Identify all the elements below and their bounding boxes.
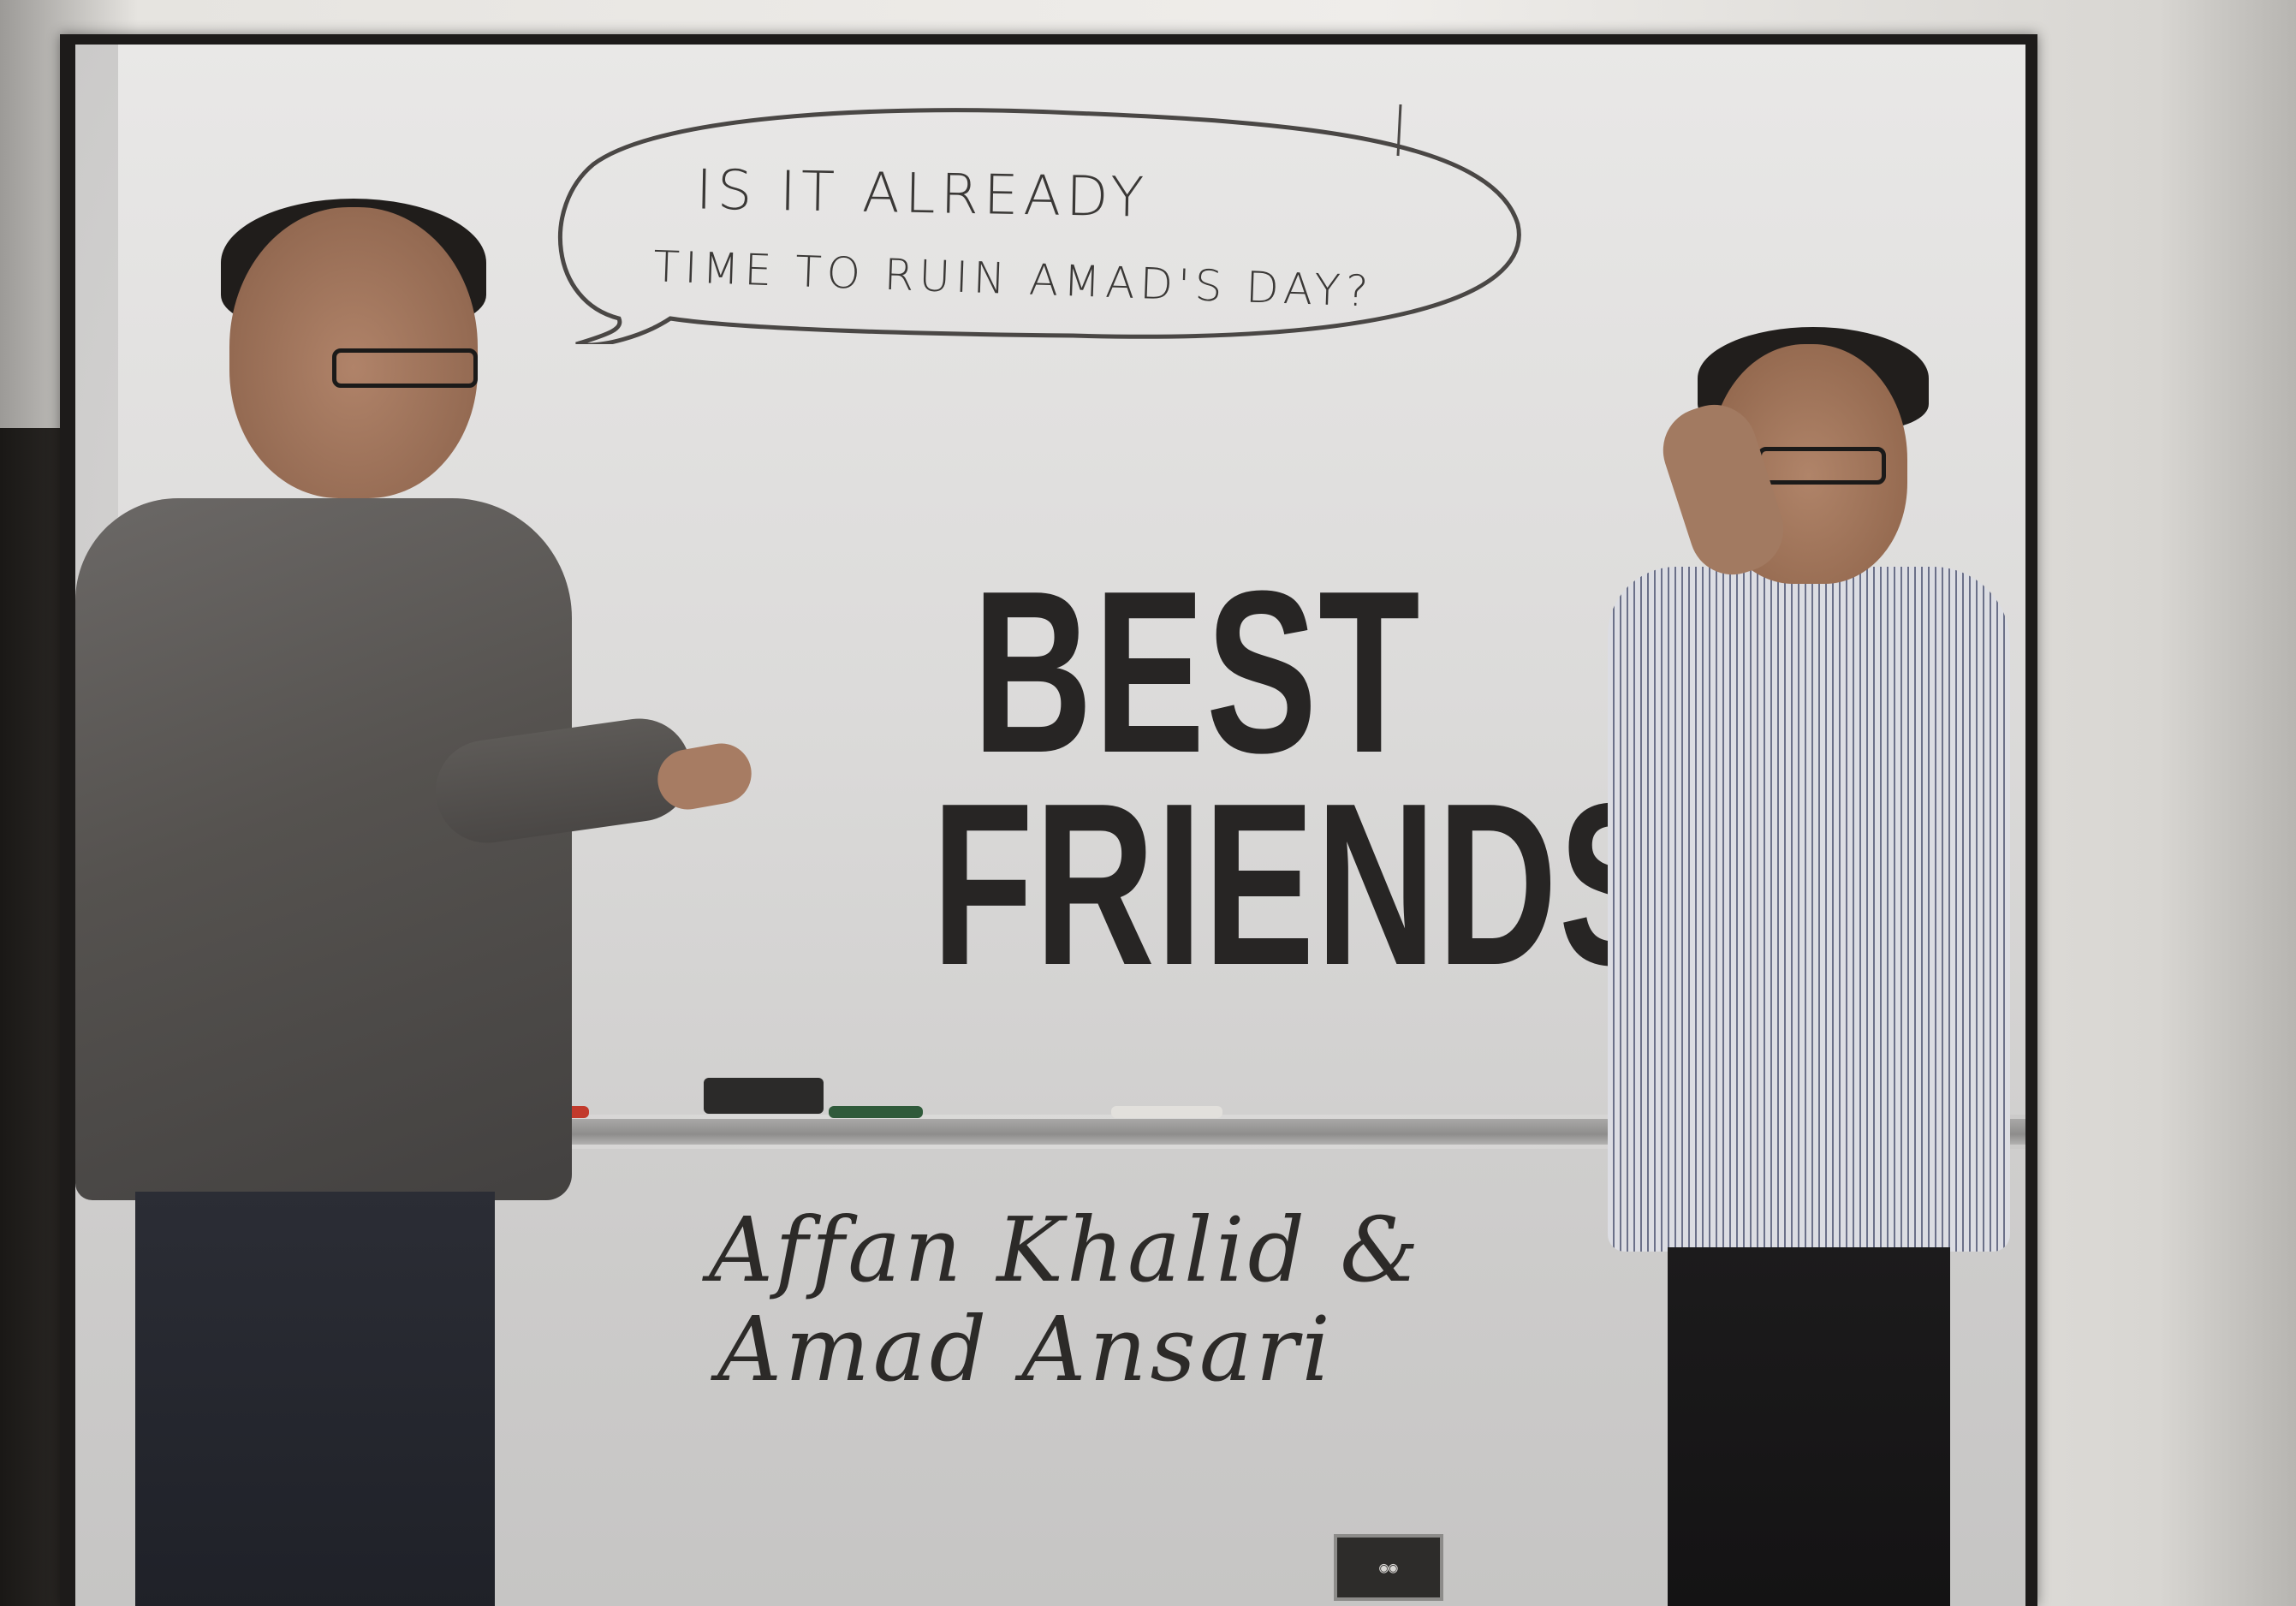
marker [1111,1106,1222,1118]
headline-line-1: BEST [972,544,1422,801]
person-left-glasses [332,348,478,388]
speech-bubble-line-1: IS IT ALREADY [695,158,1150,230]
person-right-glasses [1758,447,1886,485]
person-left-pants [135,1192,495,1606]
whiteboard-eraser [704,1078,824,1114]
person-left-sweater [75,498,572,1200]
person-right-pants [1668,1247,1950,1606]
marker [829,1106,923,1118]
person-left [75,199,757,1606]
speech-bubble-line-2: TIME TO RUIN AMAD'S DAY? [652,241,1375,317]
person-right [1531,327,2025,1606]
headline: BEST FRIENDS [931,544,1671,1014]
photo: IS IT ALREADY TIME TO RUIN AMAD'S DAY? B… [75,45,2025,1606]
person-right-shirt [1608,567,2010,1252]
cassette-icon: ◉◉ [1334,1534,1443,1601]
headline-line-2: FRIENDS [931,756,1671,1014]
